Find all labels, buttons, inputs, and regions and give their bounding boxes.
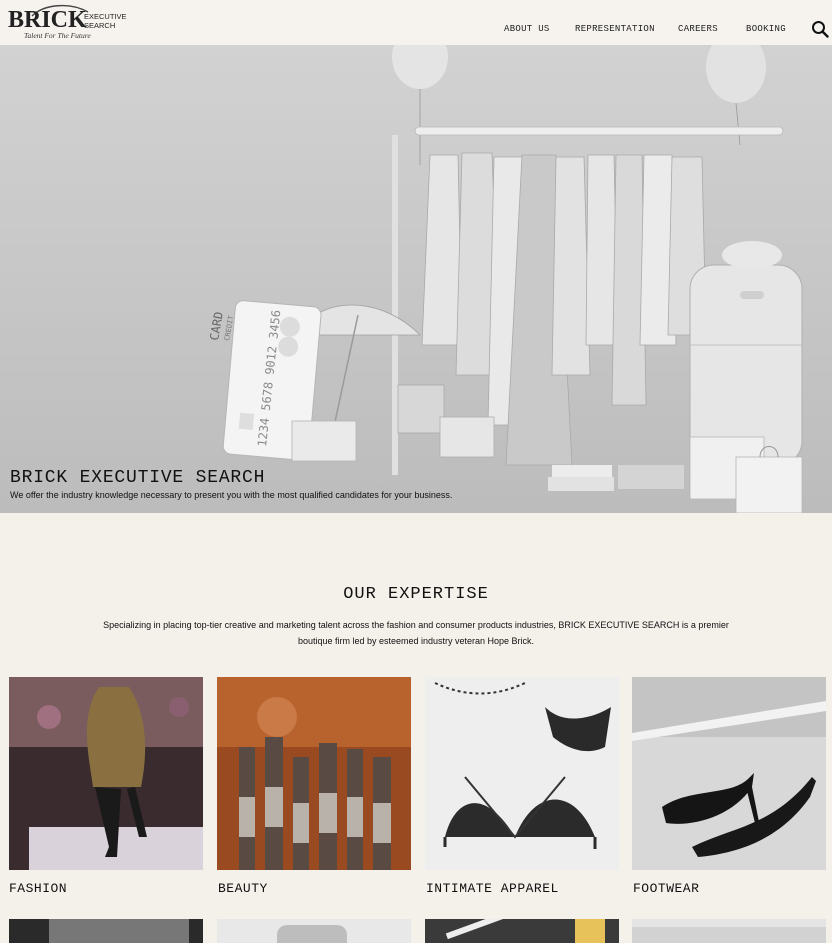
suitcase: [689, 241, 803, 466]
category-label-beauty[interactable]: BEAUTY: [218, 881, 268, 896]
footwear-heels-image: [632, 677, 826, 870]
logo-side-text: EXECUTIVE SEARCH: [84, 12, 127, 30]
hero-banner: CARD CREDIT 1234 5678 9012 3456 BRICK EX…: [0, 45, 832, 513]
expertise-description: Specializing in placing top-tier creativ…: [103, 620, 729, 646]
expertise-title: OUR EXPERTISE: [343, 585, 489, 604]
tile-intimate-apparel-image[interactable]: [425, 677, 619, 870]
category-label-fashion[interactable]: FASHION: [9, 881, 67, 896]
search-icon[interactable]: [811, 20, 829, 38]
logo-wordmark: BRICK: [8, 7, 87, 33]
tile-row2-3-image[interactable]: [425, 919, 619, 943]
tile-row2-1-image[interactable]: [9, 919, 203, 943]
nav-representation[interactable]: REPRESENTATION: [575, 24, 655, 34]
fashion-runway-image: [9, 677, 203, 870]
category-label-footwear[interactable]: FOOTWEAR: [633, 881, 699, 896]
brand-logo[interactable]: BRICK EXECUTIVE SEARCH Talent For The Fu…: [8, 4, 127, 40]
nav-about-us[interactable]: ABOUT US: [504, 24, 550, 34]
tile-fashion-image[interactable]: [9, 677, 203, 870]
beauty-brushes-image: [217, 677, 411, 870]
tile-row2-4-image[interactable]: [632, 919, 826, 943]
site-header: BRICK EXECUTIVE SEARCH Talent For The Fu…: [0, 0, 832, 45]
logo-tagline: Talent For The Future: [24, 31, 91, 40]
intimate-apparel-image: [425, 677, 619, 870]
logo-side-line-2: SEARCH: [84, 21, 116, 30]
nav-careers[interactable]: CAREERS: [678, 24, 718, 34]
hero-subtitle: We offer the industry knowledge necessar…: [10, 490, 453, 500]
nav-booking[interactable]: BOOKING: [746, 24, 786, 34]
tile-row2-2-image[interactable]: [217, 919, 411, 943]
hero-illustration: CARD CREDIT 1234 5678 9012 3456: [0, 45, 832, 513]
category-label-intimate-apparel[interactable]: INTIMATE APPAREL: [426, 881, 559, 896]
logo-side-line-1: EXECUTIVE: [84, 12, 127, 21]
tile-beauty-image[interactable]: [217, 677, 411, 870]
tile-footwear-image[interactable]: [632, 677, 826, 870]
hero-title: BRICK EXECUTIVE SEARCH: [10, 468, 266, 488]
